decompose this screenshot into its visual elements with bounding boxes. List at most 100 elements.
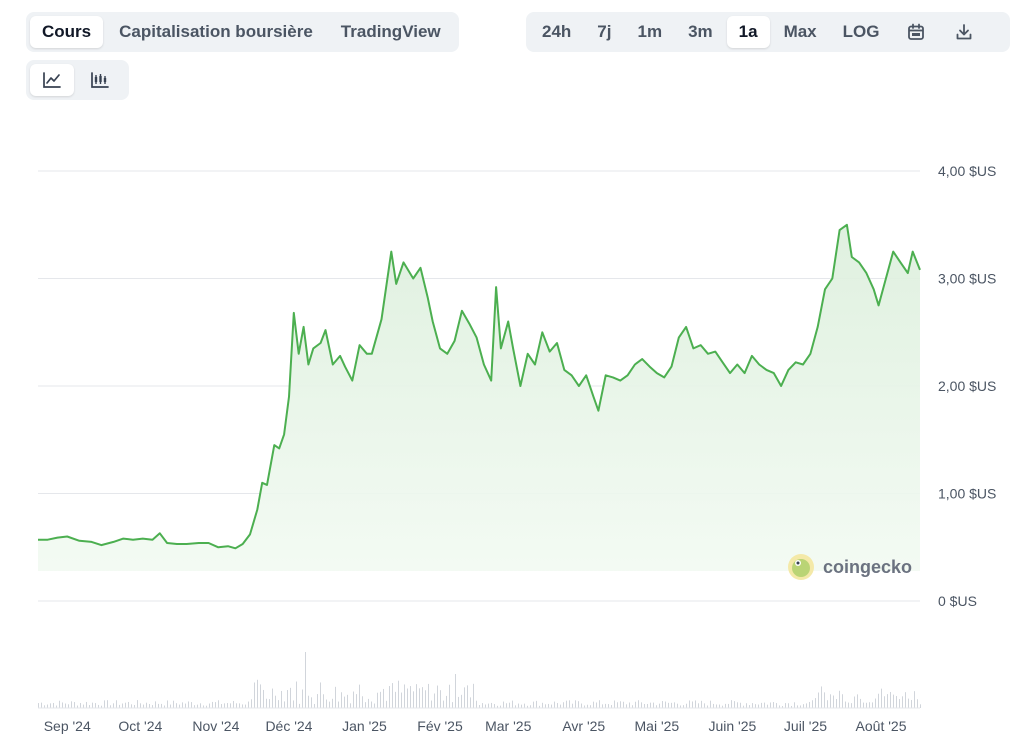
volume-bar [380,691,381,708]
volume-bar [788,703,789,708]
volume-bar [464,687,465,708]
volume-bar [542,702,543,708]
volume-bar [371,701,372,708]
volume-bar [863,702,864,708]
volume-bar [644,703,645,708]
volume-bar [548,703,549,708]
volume-bar [653,702,654,708]
volume-bar [701,700,702,708]
volume-bar [161,703,162,708]
volume-bar [425,690,426,708]
volume-bar [638,700,639,708]
volume-bar [857,694,858,708]
volume-bar [104,700,105,708]
volume-bar [692,701,693,708]
volume-bar [878,693,879,708]
volume-bar [209,703,210,708]
volume-bar [176,703,177,708]
volume-bar [92,702,93,708]
volume-bar [818,692,819,708]
volume-bar [191,702,192,708]
x-tick-label: Mai '25 [635,718,680,734]
volume-bar [473,683,474,708]
volume-bar [365,702,366,708]
volume-bar [566,700,567,708]
volume-bar [392,683,393,708]
price-chart: 0 $US 1,00 $US 2,00 $US 3,00 $US 4,00 $US Se… [38,163,996,734]
y-tick-label: 0 $US [938,593,977,609]
volume-bar [368,698,369,708]
volume-bar [377,692,378,708]
volume-bar [728,703,729,708]
volume-bar [359,684,360,708]
volume-bar [629,702,630,708]
volume-bar [803,704,804,708]
x-tick-label: Avr '25 [562,718,605,734]
volume-bar [461,694,462,708]
volume-bar [761,702,762,708]
volume-bar [578,701,579,708]
volume-bar [734,701,735,708]
volume-bar [251,699,252,708]
volume-bar [614,700,615,708]
y-tick-label: 2,00 $US [938,378,996,394]
volume-bar [398,680,399,708]
volume-bar [509,702,510,708]
volume-bar [86,701,87,708]
volume-bar [167,700,168,708]
volume-bar [65,703,66,708]
volume-bar [200,703,201,708]
volume-bar [437,685,438,708]
volume-bar [851,703,852,708]
volume-bar [434,693,435,708]
volume-bar [641,702,642,708]
volume-bar [227,703,228,708]
volume-bar [812,700,813,708]
volume-bar [833,695,834,708]
volume-bar [281,690,282,708]
volume-bar [908,698,909,708]
volume-bar [848,702,849,708]
volume-bar [458,696,459,708]
volume-bar [719,704,720,708]
volume-bar [830,694,831,708]
volume-bar [413,691,414,708]
volume-bar [446,695,447,708]
volume-bar [815,698,816,708]
volume-bar [806,703,807,708]
volume-bar [647,703,648,708]
volume-bar [83,704,84,708]
volume-bar [137,700,138,708]
volume-bar [131,704,132,708]
volume-bar [404,684,405,708]
volume-bars [38,652,921,708]
volume-bar [869,702,870,708]
volume-bar [560,704,561,708]
volume-bar [710,700,711,708]
volume-bar [668,702,669,708]
volume-bar [146,702,147,708]
volume-bar [158,703,159,708]
volume-bar [80,703,81,708]
volume-bar [716,704,717,708]
x-tick-label: Juin '25 [708,718,756,734]
volume-bar [575,700,576,708]
volume-bar [233,700,234,708]
volume-bar [47,704,48,708]
volume-bar [74,702,75,708]
volume-bar [242,704,243,708]
volume-bar [635,701,636,708]
volume-bar [671,702,672,708]
volume-bar [608,704,609,708]
volume-bar [305,652,306,708]
volume-bar [896,696,897,708]
volume-bar [356,694,357,708]
volume-bar [533,701,534,708]
volume-bar [452,702,453,708]
volume-bar [695,700,696,708]
volume-bar [623,701,624,708]
volume-bar [143,704,144,708]
volume-bar [293,700,294,708]
volume-bar [764,702,765,708]
volume-bar [128,701,129,708]
